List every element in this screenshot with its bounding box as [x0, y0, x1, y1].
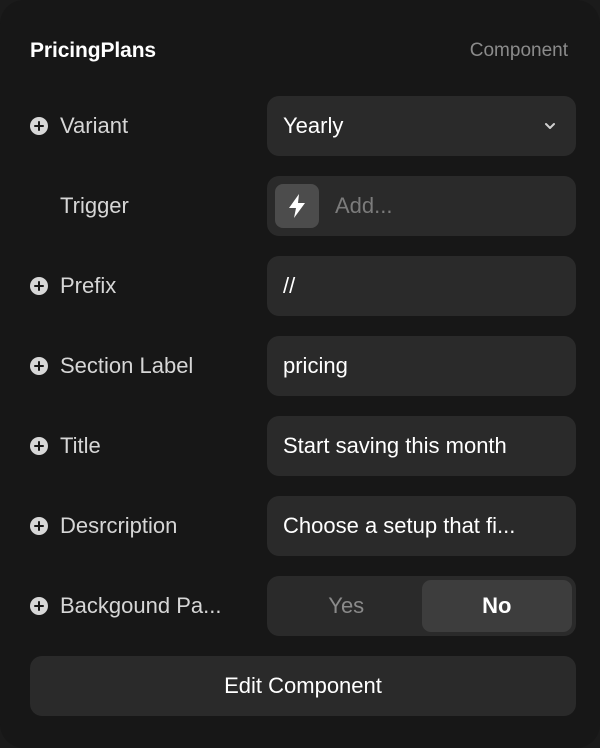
description-label-wrap: Desrcription	[30, 496, 256, 556]
prefix-value: //	[283, 273, 296, 298]
background-label: Backgound Pa...	[60, 593, 222, 618]
plus-circle-icon[interactable]	[30, 117, 48, 135]
plus-circle-icon[interactable]	[30, 597, 48, 615]
plus-circle-icon[interactable]	[30, 357, 48, 375]
variant-label: Variant	[60, 113, 129, 138]
section-label-label: Section Label	[60, 353, 194, 378]
section-label-value: pricing	[283, 353, 348, 378]
title-value: Start saving this month	[283, 433, 507, 458]
plus-circle-icon[interactable]	[30, 437, 48, 455]
prefix-label: Prefix	[60, 273, 117, 298]
toggle-option-no[interactable]: No	[421, 580, 572, 632]
trigger-label-wrap: Trigger	[30, 176, 256, 236]
variant-row: Variant Yearly	[30, 96, 576, 156]
toggle-option-yes[interactable]: Yes	[271, 580, 422, 632]
component-title: PricingPlans	[30, 39, 157, 62]
title-input[interactable]: Start saving this month	[267, 416, 576, 476]
prefix-label-wrap: Prefix	[30, 256, 256, 316]
variant-label-wrap: Variant	[30, 96, 256, 156]
component-panel: PricingPlans Component Variant Yearly Tr…	[0, 0, 600, 748]
trigger-placeholder: Add...	[335, 193, 393, 218]
plus-circle-icon[interactable]	[30, 517, 48, 535]
plus-circle-icon[interactable]	[30, 277, 48, 295]
prefix-row: Prefix //	[30, 256, 576, 316]
chevron-down-icon	[540, 116, 560, 136]
description-input[interactable]: Choose a setup that fi...	[267, 496, 576, 556]
title-row: Title Start saving this month	[30, 416, 576, 476]
title-label-wrap: Title	[30, 416, 256, 476]
trigger-label: Trigger	[60, 193, 129, 218]
background-label-wrap: Backgound Pa...	[30, 576, 256, 636]
variant-select[interactable]: Yearly	[267, 96, 576, 156]
section-label-label-wrap: Section Label	[30, 336, 256, 396]
section-label-row: Section Label pricing	[30, 336, 576, 396]
description-label: Desrcription	[60, 513, 178, 538]
description-row: Desrcription Choose a setup that fi...	[30, 496, 576, 556]
trigger-row: Trigger Add...	[30, 176, 576, 236]
variant-value: Yearly	[283, 113, 344, 138]
edit-component-button[interactable]: Edit Component	[30, 656, 576, 716]
background-row: Backgound Pa... Yes No	[30, 576, 576, 636]
component-type-badge: Component	[469, 40, 568, 61]
background-toggle: Yes No	[267, 576, 576, 636]
trigger-field[interactable]: Add...	[267, 176, 576, 236]
prefix-input[interactable]: //	[267, 256, 576, 316]
panel-header: PricingPlans Component	[30, 32, 568, 70]
lightning-bolt-icon[interactable]	[275, 184, 319, 228]
section-label-input[interactable]: pricing	[267, 336, 576, 396]
title-label: Title	[60, 433, 101, 458]
description-value: Choose a setup that fi...	[283, 513, 516, 538]
